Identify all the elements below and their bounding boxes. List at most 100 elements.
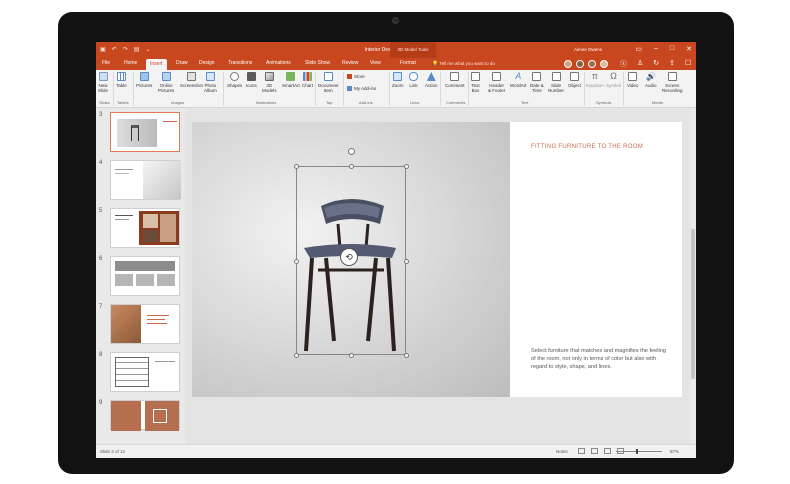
thumbnail-image [143, 214, 158, 228]
normal-view-icon[interactable] [578, 448, 585, 454]
thumbnail-header-band [115, 261, 175, 271]
person-icon[interactable]: ♙ [637, 59, 643, 69]
wordart-button[interactable]: A WordArt [510, 72, 526, 89]
skype-icon[interactable]: ⓢ [620, 59, 627, 69]
photo-album-icon [205, 72, 215, 81]
reading-view-icon[interactable] [604, 448, 611, 454]
zoom-slider[interactable] [616, 451, 662, 452]
resize-handle[interactable] [294, 353, 299, 358]
zoom-level[interactable]: 87% [670, 449, 679, 454]
minimize-icon[interactable]: – [654, 45, 658, 53]
tab-insert[interactable]: Insert [146, 59, 167, 70]
tab-animations[interactable]: Animations [266, 60, 291, 66]
screen-recording-button[interactable]: Screen Recording [662, 72, 683, 93]
equation-button[interactable]: π Equation [586, 71, 604, 89]
slide-thumbnail-4[interactable] [110, 160, 181, 200]
audio-button[interactable]: 🔊 Audio [645, 72, 657, 88]
resize-handle[interactable] [404, 164, 409, 169]
slide-sorter-icon[interactable] [591, 448, 598, 454]
tab-design[interactable]: Design [199, 60, 215, 66]
thumbnail-title-line [163, 121, 177, 122]
thumbnail-number: 5 [99, 208, 103, 214]
tab-slide-show[interactable]: Slide Show [305, 60, 330, 66]
ribbon-display-options-icon[interactable]: ▭ [635, 45, 642, 53]
group-label-slides: Slides [99, 100, 110, 105]
tab-file[interactable]: File [102, 60, 110, 66]
tab-format[interactable]: Format [400, 60, 416, 66]
close-icon[interactable]: ✕ [686, 45, 692, 53]
screenshot-button[interactable]: Screenshot [180, 72, 203, 88]
notes-button[interactable]: Notes [556, 449, 568, 454]
document-item-button[interactable]: Document Item [318, 72, 339, 93]
resize-handle[interactable] [404, 259, 409, 264]
addins-icon [347, 86, 352, 91]
slide-body-text[interactable]: Select furniture that matches and magnif… [531, 347, 671, 371]
shapes-button[interactable]: Shapes [227, 72, 242, 88]
new-slide-button[interactable]: New Slide [98, 72, 108, 93]
tab-draw[interactable]: Draw [176, 60, 188, 66]
link-button[interactable]: Link [409, 72, 418, 88]
online-pictures-button[interactable]: Online Pictures [158, 72, 174, 93]
slide-thumbnail-3[interactable] [110, 112, 180, 152]
slide-thumbnail-7[interactable] [110, 304, 180, 344]
slide-number-button[interactable]: Slide Number [548, 72, 564, 93]
action-button[interactable]: Action [425, 72, 438, 88]
slide-thumbnails-panel: 3 4 5 6 7 8 9 [96, 109, 186, 444]
tell-me-box[interactable]: 💡 Tell me what you want to do [432, 61, 495, 67]
vertical-scrollbar[interactable] [690, 109, 696, 444]
thumbnail-text-line [155, 361, 175, 362]
zoom-slider-knob[interactable] [636, 449, 638, 454]
table-button[interactable]: Table [116, 72, 127, 88]
slide-thumbnail-8[interactable] [110, 352, 180, 392]
resize-handle[interactable] [349, 164, 354, 169]
resize-handle[interactable] [404, 353, 409, 358]
comment-button[interactable]: Comment [445, 72, 465, 88]
share-icon[interactable]: ⇪ [669, 59, 675, 69]
slide-thumbnail-5[interactable] [110, 208, 180, 248]
tab-transitions[interactable]: Transitions [228, 60, 252, 66]
comments-icon[interactable]: ☐ [685, 59, 691, 69]
slide-thumbnail-6[interactable] [110, 256, 180, 296]
tab-view[interactable]: View [370, 60, 381, 66]
pictures-button[interactable]: Pictures [136, 72, 152, 88]
avatar[interactable] [600, 60, 608, 68]
resize-handle[interactable] [294, 164, 299, 169]
thumbnail-number: 3 [99, 112, 103, 118]
avatar[interactable] [564, 60, 572, 68]
tab-home[interactable]: Home [124, 60, 137, 66]
3d-models-button[interactable]: 3D Models [262, 72, 277, 93]
video-icon [628, 72, 638, 81]
store-button[interactable]: Store [347, 74, 365, 79]
date-time-button[interactable]: Date & Time [530, 72, 544, 93]
video-button[interactable]: Video [627, 72, 638, 88]
tab-review[interactable]: Review [342, 60, 358, 66]
resize-handle[interactable] [349, 353, 354, 358]
text-box-button[interactable]: Text Box [471, 72, 480, 93]
smartart-button[interactable]: SmartArt [282, 72, 300, 88]
symbol-button[interactable]: Ω Symbol [606, 72, 621, 89]
avatar[interactable] [588, 60, 596, 68]
smartart-icon [286, 72, 296, 81]
comment-icon [450, 72, 460, 81]
group-separator [584, 72, 585, 106]
slide-thumbnail-9[interactable] [110, 400, 180, 431]
history-icon[interactable]: ↻ [653, 59, 659, 69]
zoom-button[interactable]: Zoom [392, 72, 404, 88]
chart-button[interactable]: Chart [302, 72, 313, 88]
chart-icon [303, 72, 312, 81]
user-name[interactable]: Aimee Owens [574, 47, 602, 52]
maximize-icon[interactable]: □ [670, 45, 674, 53]
icons-button[interactable]: Icons [246, 72, 257, 88]
header-footer-button[interactable]: Header & Footer [488, 72, 505, 93]
equation-icon: π [591, 71, 598, 81]
resize-handle[interactable] [294, 259, 299, 264]
my-addins-button[interactable]: My Add-ins [347, 86, 376, 91]
photo-album-button[interactable]: Photo Album [204, 72, 217, 93]
3d-rotate-control-icon[interactable]: ⟲ [340, 248, 358, 266]
slide-title[interactable]: FITTING FURNITURE TO THE ROOM [531, 144, 643, 150]
thumbnail-text-line [115, 169, 133, 170]
scrollbar-thumb[interactable] [691, 229, 695, 379]
object-button[interactable]: Object [568, 72, 581, 88]
rotate-handle-icon[interactable] [348, 148, 355, 155]
avatar[interactable] [576, 60, 584, 68]
